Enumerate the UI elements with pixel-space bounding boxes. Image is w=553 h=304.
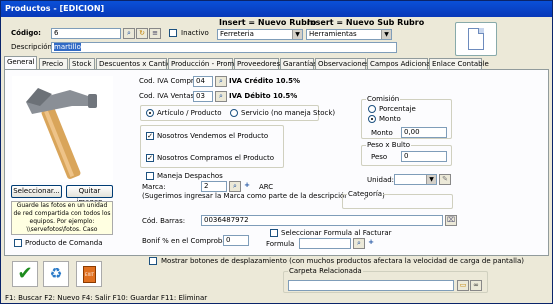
- product-image: [12, 76, 113, 182]
- articulo-radio[interactable]: [146, 109, 154, 117]
- carpeta-input[interactable]: [288, 280, 454, 291]
- iva-compras-input[interactable]: 04: [193, 76, 213, 87]
- quitar-imagen-button[interactable]: Quitar imagen: [66, 185, 113, 206]
- tab-campos-adicionales[interactable]: Campos Adicionales: [367, 58, 440, 69]
- window-title: Productos - [EDICION]: [1, 1, 552, 17]
- inactivo-label: Inactivo: [181, 29, 209, 37]
- marca-input[interactable]: 2: [201, 181, 227, 192]
- search-icon[interactable]: ⌕: [215, 76, 227, 87]
- desplazamiento-checkbox[interactable]: [149, 257, 157, 265]
- refresh-icon[interactable]: ↻: [136, 28, 148, 39]
- chevron-down-icon: ▼: [292, 30, 302, 39]
- folder-icon[interactable]: ▭: [457, 280, 469, 291]
- search-icon[interactable]: ⌕: [229, 181, 241, 192]
- formula-check-label: Seleccionar Formula al Facturar: [281, 229, 392, 237]
- insert-subrubro-label: Insert = Nuevo Sub Rubro: [307, 18, 425, 27]
- monto-label: Monto: [371, 129, 393, 137]
- iva-credito-label: IVA Crédito 10.5%: [229, 77, 301, 85]
- tab-observaciones[interactable]: Observaciones: [315, 58, 370, 69]
- plus-icon[interactable]: +: [365, 238, 377, 249]
- general-panel: Seleccionar... Quitar imagen Guarde las …: [4, 69, 549, 256]
- subrubro-value: Herramientas: [309, 30, 357, 38]
- maneja-despachos-label: Maneja Despachos: [157, 172, 223, 180]
- peso-title: Peso x Bulto: [366, 141, 412, 149]
- monto-input[interactable]: 0,00: [401, 127, 447, 138]
- cod-barras-input[interactable]: 0036487972: [201, 215, 443, 226]
- vendemos-label: Nosotros Vendemos el Producto: [157, 132, 269, 140]
- tab-proveedores[interactable]: Proveedores: [234, 58, 280, 69]
- tab-stock[interactable]: Stock: [69, 58, 95, 69]
- search-code-icon[interactable]: ⌕: [123, 28, 135, 39]
- porcentaje-radio[interactable]: [368, 105, 376, 113]
- recycle-icon[interactable]: ♻: [43, 261, 69, 287]
- descripcion-value: martillo: [54, 43, 81, 51]
- barcode-icon[interactable]: ⌧: [445, 215, 457, 226]
- formula-label: Formula: [266, 240, 295, 248]
- tab-descuentos[interactable]: Descuentos x Cantidad: [96, 58, 180, 69]
- inactivo-checkbox[interactable]: [169, 29, 177, 37]
- unidad-select[interactable]: ▼: [394, 174, 437, 185]
- document-icon[interactable]: [455, 22, 497, 56]
- peso-input[interactable]: 0: [401, 151, 447, 162]
- formula-checkbox[interactable]: [270, 229, 278, 237]
- edit-icon[interactable]: ✎: [439, 174, 451, 185]
- compramos-checkbox[interactable]: ✓: [146, 154, 154, 162]
- rubro-value: Ferreteria: [220, 30, 254, 38]
- tab-precio[interactable]: Precio: [39, 58, 68, 69]
- seleccionar-button[interactable]: Seleccionar...: [11, 185, 62, 198]
- chevron-down-icon: ▼: [381, 30, 391, 39]
- carpeta-title: Carpeta Relacionada: [288, 267, 363, 275]
- peso-label: Peso: [371, 153, 388, 161]
- monto-radio[interactable]: [368, 115, 376, 123]
- monto-radio-label: Monto: [379, 115, 401, 123]
- shortcuts-text: F1: Buscar F2: Nuevo F4: Salir F10: Guar…: [5, 294, 208, 302]
- formula-input[interactable]: [299, 238, 351, 249]
- categoria-title: Categoría: [347, 190, 384, 198]
- list-icon[interactable]: ≡: [149, 28, 161, 39]
- codigo-input[interactable]: 6: [51, 28, 121, 39]
- product-window: Productos - [EDICION] Código: 6 ⌕ ↻ ≡ In…: [0, 0, 553, 304]
- vendemos-checkbox[interactable]: ✓: [146, 132, 154, 140]
- iva-ventas-input[interactable]: 03: [193, 91, 213, 102]
- iva-debito-label: IVA Débito 10.5%: [229, 92, 298, 100]
- binoculars-icon[interactable]: ∞: [470, 280, 482, 291]
- unidad-label: Unidad:: [367, 176, 395, 184]
- subrubro-select[interactable]: Herramientas ▼: [306, 29, 392, 40]
- maneja-despachos-checkbox[interactable]: [146, 172, 154, 180]
- iva-ventas-label: Cod. IVA Ventas:: [139, 92, 197, 100]
- search-icon[interactable]: ⌕: [215, 91, 227, 102]
- desplazamiento-label: Mostrar botones de desplazamiento (con m…: [161, 257, 525, 265]
- marca-text: ARC: [259, 183, 274, 191]
- insert-rubro-label: Insert = Nuevo Rubro: [219, 18, 317, 27]
- comision-title: Comisión: [366, 95, 401, 103]
- compramos-label: Nosotros Compramos el Producto: [157, 154, 274, 162]
- image-note: Guarde las fotos en un unidad de red com…: [11, 201, 113, 235]
- plus-icon[interactable]: +: [241, 181, 253, 192]
- rubro-select[interactable]: Ferreteria ▼: [217, 29, 303, 40]
- exit-icon[interactable]: EXIT: [76, 261, 102, 287]
- search-icon[interactable]: ⌕: [353, 238, 365, 249]
- tab-produccion[interactable]: Producción - Promos: [168, 58, 242, 69]
- codigo-label: Código:: [11, 29, 41, 37]
- articulo-label: Artículo / Producto: [157, 109, 222, 117]
- tab-enlace-contable[interactable]: Enlace Contable: [429, 58, 489, 69]
- porcentaje-label: Porcentaje: [379, 105, 416, 113]
- save-check-icon[interactable]: ✔: [12, 261, 38, 287]
- marca-label: Marca:: [142, 183, 166, 191]
- descripcion-label: Descripción:: [11, 43, 55, 51]
- cod-barras-label: Cód. Barras:: [142, 217, 186, 225]
- categoria-group: Categoría: [342, 190, 453, 209]
- tab-general[interactable]: General: [4, 56, 37, 70]
- chevron-down-icon: ▼: [426, 175, 436, 184]
- producto-comanda-checkbox[interactable]: [14, 239, 22, 247]
- tab-garantias[interactable]: Garantías: [280, 58, 317, 69]
- producto-comanda-label: Producto de Comanda: [25, 239, 103, 247]
- servicio-radio[interactable]: [230, 109, 238, 117]
- servicio-label: Servicio (no maneja Stock): [241, 109, 336, 117]
- descripcion-input[interactable]: martillo: [51, 42, 397, 53]
- bonif-input[interactable]: 0: [223, 235, 249, 246]
